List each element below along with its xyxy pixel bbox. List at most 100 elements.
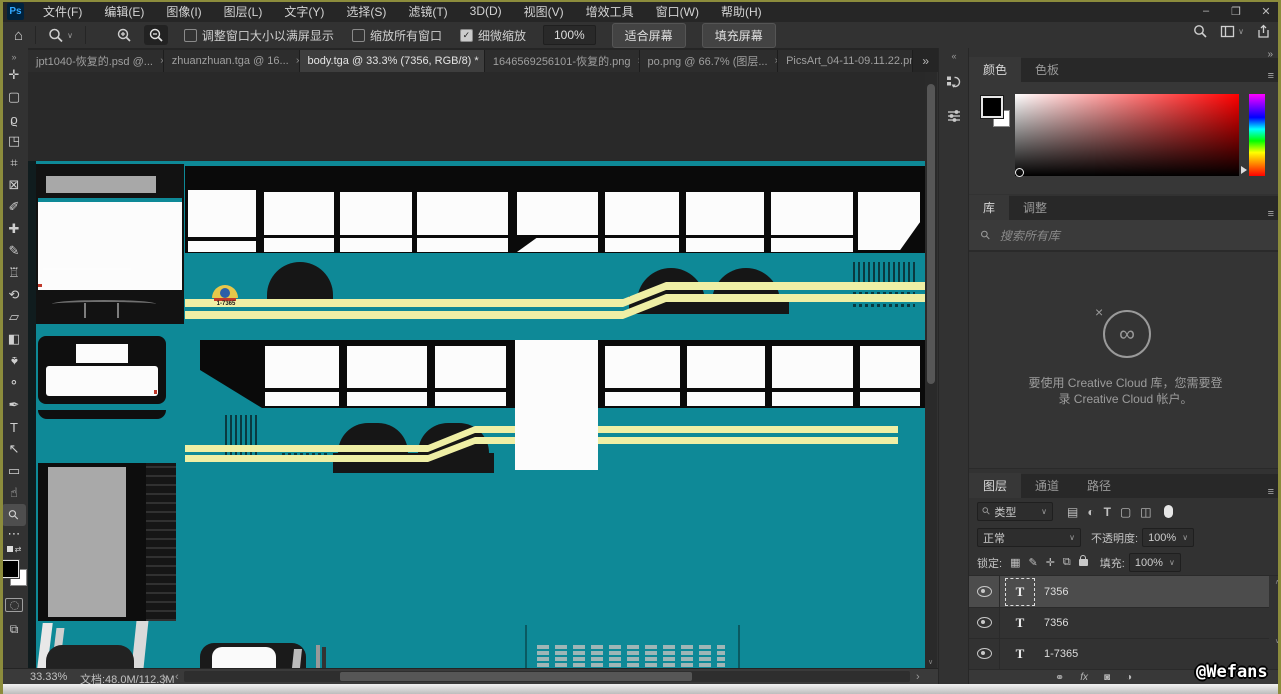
restore-button[interactable]: ❐: [1221, 0, 1251, 22]
layer-name[interactable]: 7356: [1044, 586, 1068, 598]
lock-position-icon[interactable]: ✛: [1046, 556, 1055, 569]
color-picker-marker[interactable]: [1015, 168, 1024, 177]
menu-layer[interactable]: 图层(L): [213, 0, 274, 22]
color-gradient-field[interactable]: [1015, 94, 1239, 176]
layer-filter-type-dropdown[interactable]: ⚲ 类型 ∨: [977, 502, 1053, 521]
hand-tool[interactable]: ☝: [2, 482, 26, 504]
zoom-percentage[interactable]: 33.33%: [30, 671, 67, 683]
crop-tool[interactable]: ⌗: [2, 152, 26, 174]
checkbox-zoom-all-windows[interactable]: 缩放所有窗口: [352, 27, 442, 44]
type-layer-thumbnail[interactable]: T: [1008, 643, 1032, 665]
type-layer-thumbnail[interactable]: T: [1008, 612, 1032, 634]
lock-transparency-icon[interactable]: ▦: [1010, 556, 1020, 569]
fill-field[interactable]: 100%∨: [1129, 553, 1181, 572]
library-search-field[interactable]: ⚲ 搜索所有库: [969, 220, 1281, 252]
link-layers-icon[interactable]: ⚭: [1055, 671, 1064, 684]
tab-libraries[interactable]: 库: [969, 195, 1009, 220]
swap-colors-icon[interactable]: ⇄: [7, 542, 22, 556]
menu-edit[interactable]: 编辑(E): [93, 0, 155, 22]
filter-shape-layers-icon[interactable]: ▢: [1120, 505, 1131, 519]
filter-type-layers-icon[interactable]: T: [1104, 505, 1111, 519]
panel-menu-icon[interactable]: ≡: [1268, 486, 1274, 498]
fit-screen-button[interactable]: 适合屏幕: [612, 23, 686, 48]
blend-mode-dropdown[interactable]: 正常∨: [977, 528, 1081, 547]
panel-menu-icon[interactable]: ≡: [1268, 208, 1274, 220]
foreground-color-swatch[interactable]: [1, 560, 19, 578]
path-selection-tool[interactable]: ↖: [2, 438, 26, 460]
checkbox-resize-windows[interactable]: 调整窗口大小以满屏显示: [184, 27, 334, 44]
menu-help[interactable]: 帮助(H): [710, 0, 773, 22]
add-mask-icon[interactable]: ◙: [1104, 672, 1110, 683]
tab-channels[interactable]: 通道: [1021, 473, 1073, 498]
tab-zhuanzhuan[interactable]: zhuanzhuan.tga @ 16... ×: [164, 50, 300, 72]
fill-screen-button[interactable]: 填充屏幕: [702, 23, 776, 48]
layer-effects-icon[interactable]: fx: [1080, 672, 1088, 683]
tab-adjustments[interactable]: 调整: [1009, 195, 1061, 220]
canvas-vertical-scrollbar[interactable]: ∨: [925, 72, 937, 668]
scroll-down-icon[interactable]: ∨: [928, 658, 933, 666]
layer-row-7356[interactable]: T 7356: [969, 607, 1269, 639]
menu-view[interactable]: 视图(V): [513, 0, 575, 22]
lasso-tool[interactable]: ϱ: [2, 108, 26, 130]
type-layer-thumbnail[interactable]: T: [1008, 581, 1032, 603]
tab-po-png[interactable]: po.png @ 66.7% (图层... ×: [640, 50, 779, 72]
photoshop-logo-icon[interactable]: Ps: [7, 3, 24, 20]
menu-image[interactable]: 图像(I): [155, 0, 212, 22]
tab-body-tga-active[interactable]: body.tga @ 33.3% (7356, RGB/8) * ×: [300, 50, 485, 72]
menu-window[interactable]: 窗口(W): [645, 0, 710, 22]
tab-layers[interactable]: 图层: [969, 473, 1021, 498]
tab-1646569256101[interactable]: 1646569256101-恢复的.png ×: [485, 50, 640, 72]
menu-type[interactable]: 文字(Y): [273, 0, 335, 22]
expand-panels-icon[interactable]: «: [951, 51, 956, 61]
screen-mode-button[interactable]: ⧉: [2, 618, 26, 640]
scrollbar-thumb[interactable]: [927, 84, 935, 384]
lock-all-icon[interactable]: [1079, 559, 1088, 566]
menu-plugins[interactable]: 增效工具: [575, 0, 645, 22]
lock-pixels-icon[interactable]: ✎: [1028, 556, 1037, 569]
zoom-value-field[interactable]: 100%: [543, 25, 596, 45]
minimize-button[interactable]: –: [1191, 0, 1221, 22]
foreground-color-swatch[interactable]: [981, 96, 1003, 118]
tab-jpt1040[interactable]: jpt1040-恢复的.psd @... ×: [28, 50, 164, 72]
dodge-tool[interactable]: ⚬: [2, 372, 26, 394]
blur-tool[interactable]: ♠: [2, 350, 26, 372]
move-tool[interactable]: ✛: [2, 64, 26, 86]
tab-picsart[interactable]: PicsArt_04-11-09.11.22.pn: [778, 50, 913, 72]
visibility-toggle[interactable]: [969, 607, 1000, 638]
lock-artboard-icon[interactable]: ⧉: [1063, 556, 1071, 569]
adjustment-layer-icon[interactable]: ◑: [1126, 672, 1132, 683]
layer-name[interactable]: 1-7365: [1044, 648, 1078, 660]
scroll-left-icon[interactable]: ‹: [175, 671, 179, 683]
eraser-tool[interactable]: ▱: [2, 306, 26, 328]
filter-adjustment-layers-icon[interactable]: ◐: [1087, 505, 1094, 519]
filter-pixel-layers-icon[interactable]: ▤: [1067, 505, 1078, 519]
gradient-tool[interactable]: ◧: [2, 328, 26, 350]
visibility-toggle[interactable]: [969, 576, 1000, 607]
visibility-toggle[interactable]: [969, 638, 1000, 669]
menu-file[interactable]: 文件(F): [32, 0, 93, 22]
close-button[interactable]: ✕: [1251, 0, 1281, 22]
properties-panel-icon[interactable]: [942, 103, 966, 129]
frame-tool[interactable]: ⊠: [2, 174, 26, 196]
menu-filter[interactable]: 滤镜(T): [397, 0, 458, 22]
scrollbar-thumb[interactable]: [340, 672, 692, 681]
menu-3d[interactable]: 3D(D): [459, 0, 513, 22]
foreground-background-colors[interactable]: [1, 560, 27, 588]
home-icon[interactable]: ⌂: [10, 25, 27, 45]
tab-swatches[interactable]: 色板: [1021, 57, 1073, 82]
panel-menu-icon[interactable]: ≡: [1268, 70, 1274, 82]
clone-stamp-tool[interactable]: ♖: [2, 262, 26, 284]
healing-brush-tool[interactable]: ✚: [2, 218, 26, 240]
filter-smart-objects-icon[interactable]: ◫: [1140, 505, 1151, 519]
type-tool[interactable]: T: [2, 416, 26, 438]
edit-toolbar-icon[interactable]: ⋯: [2, 526, 26, 542]
zoom-out-button[interactable]: [144, 25, 168, 45]
eyedropper-tool[interactable]: ✐: [2, 196, 26, 218]
layer-filter-toggle[interactable]: [1164, 505, 1173, 518]
toolbar-overflow-icon[interactable]: »: [11, 52, 16, 64]
checkbox-scrubby-zoom[interactable]: ✓ 细微缩放: [460, 27, 526, 44]
brush-tool[interactable]: ✎: [2, 240, 26, 262]
history-panel-icon[interactable]: [942, 69, 966, 95]
menu-select[interactable]: 选择(S): [335, 0, 397, 22]
tab-color[interactable]: 颜色: [969, 57, 1021, 82]
